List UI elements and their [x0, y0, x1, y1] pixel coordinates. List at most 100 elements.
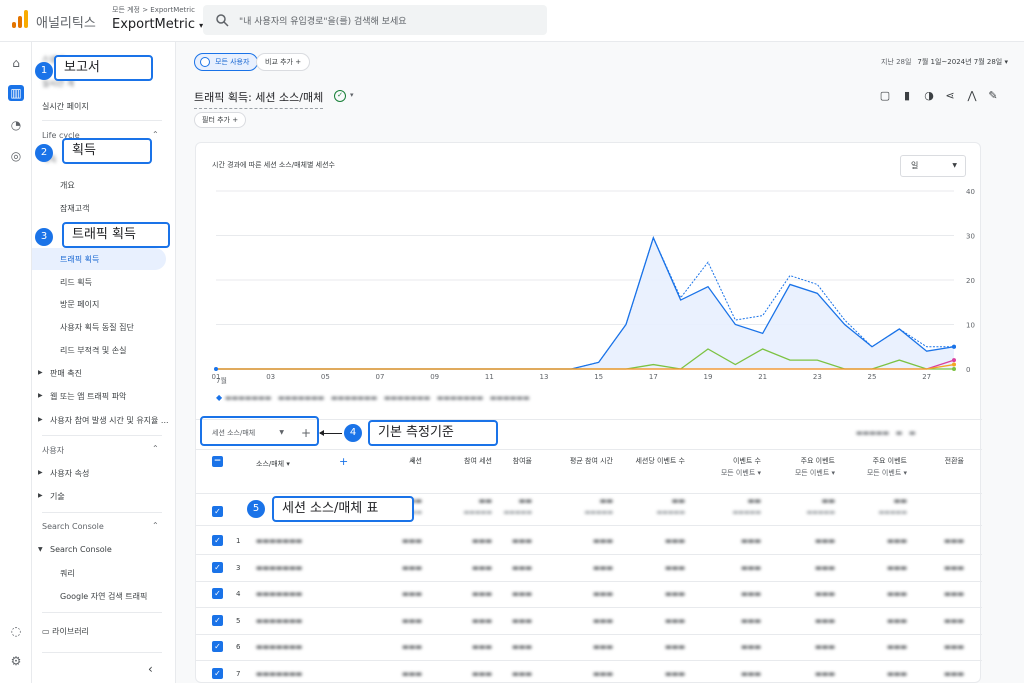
chevron-up-icon[interactable]: ⌃ — [152, 521, 159, 530]
row-cell: ▬▬▬ — [512, 670, 532, 678]
compare-icon[interactable]: ▮ — [900, 89, 914, 103]
triangle-right-icon[interactable]: ▶ — [38, 369, 43, 376]
row-checkbox[interactable]: ✓ — [212, 668, 223, 679]
triangle-down-icon[interactable]: ▼ — [38, 546, 43, 553]
sidebar-item-google-organic[interactable]: Google 자연 검색 트래픽 — [60, 591, 147, 602]
legend-blurred: ▬▬▬▬▬▬▬ ▬▬▬▬▬▬▬ ▬▬▬▬▬▬▬ ▬▬▬▬▬▬▬ ▬▬▬▬▬▬▬ … — [225, 394, 530, 402]
sidebar-item-realtime-pages[interactable]: 실시간 페이지 — [42, 101, 89, 112]
sidebar-item-web-app-traffic[interactable]: 웹 또는 앱 트래픽 파악 — [50, 391, 126, 402]
date-range-label: 지난 28일 — [880, 58, 912, 66]
chevron-up-icon[interactable]: ⌃ — [152, 444, 159, 453]
sidebar-item-user-acq-cohort[interactable]: 사용자 획득 동질 집단 — [60, 322, 134, 333]
column-header[interactable]: 전환율 — [945, 456, 964, 466]
reports-icon[interactable]: ▥ — [8, 85, 24, 101]
page-title[interactable]: 트래픽 획득: 세션 소스/매체 — [194, 89, 324, 109]
column-subheader-select[interactable]: 모든 이벤트 ▾ — [721, 468, 761, 478]
row-cell: ▬▬▬ — [887, 590, 907, 598]
note-icon[interactable]: ▢ — [878, 89, 892, 103]
sidebar-section-search-console[interactable]: Search Console — [42, 522, 104, 531]
row-dimension-value[interactable]: ▬▬▬▬▬▬▬ — [256, 590, 302, 598]
totals-checkbox[interactable]: ✓ — [212, 506, 223, 517]
home-icon[interactable]: ⌂ — [8, 55, 24, 71]
column-header[interactable]: 주요 이벤트 — [801, 456, 835, 466]
sidebar-item-potential-customers[interactable]: 잠재고객 — [60, 203, 89, 214]
column-header[interactable]: 참여 세션 — [464, 456, 492, 466]
chevron-up-icon[interactable]: ⌃ — [152, 130, 159, 139]
sidebar-item-landing-page[interactable]: 방문 페이지 — [60, 299, 99, 310]
sidebar-item-traffic-acquisition[interactable]: 트래픽 획득 — [60, 254, 99, 265]
row-checkbox[interactable]: ✓ — [212, 535, 223, 546]
add-column-plus-icon[interactable]: + — [339, 455, 348, 468]
analytics-logo-icon[interactable] — [12, 10, 28, 28]
row-cell: ▬▬▬ — [593, 537, 613, 545]
row-dimension-value[interactable]: ▬▬▬▬▬▬▬ — [256, 564, 302, 572]
sidebar-item-tech[interactable]: 기술 — [50, 491, 65, 502]
sidebar-item-lead-acquisition[interactable]: 리드 획득 — [60, 277, 92, 288]
triangle-right-icon[interactable]: ▶ — [38, 492, 43, 499]
sidebar-section-user[interactable]: 사용자 — [42, 445, 64, 456]
trend-icon[interactable]: ⋀ — [965, 89, 979, 103]
sidebar-item-search-console[interactable]: Search Console — [50, 545, 112, 554]
property-selector[interactable]: ExportMetric ▾ — [112, 17, 203, 32]
select-all-checkbox[interactable]: − — [212, 456, 223, 467]
column-header[interactable]: 주요 이벤트 — [873, 456, 907, 466]
triangle-right-icon[interactable]: ▶ — [38, 416, 43, 423]
column-subheader-select[interactable]: 모든 이벤트 ▾ — [795, 468, 835, 478]
sidebar-item-queries[interactable]: 쿼리 — [60, 568, 75, 579]
row-checkbox[interactable]: ✓ — [212, 641, 223, 652]
row-checkbox[interactable]: ✓ — [212, 588, 223, 599]
column-header[interactable]: 평균 참여 시간 — [570, 456, 613, 466]
sidebar-item-user-engagement[interactable]: 사용자 참여 발생 시간 및 유지율 ... — [50, 415, 169, 426]
row-checkbox[interactable]: ✓ — [212, 615, 223, 626]
row-dimension-value[interactable]: ▬▬▬▬▬▬▬ — [256, 617, 302, 625]
column-header[interactable]: 이벤트 수 — [733, 456, 761, 466]
segment-chip-all-users[interactable]: 모든 사용자 — [194, 53, 259, 71]
sidebar-item-library[interactable]: ▭ 라이브러리 — [42, 626, 89, 637]
app-name[interactable]: 애널리틱스 — [36, 12, 96, 31]
line-chart[interactable]: 01 03 05 07 09 11 13 15 17 19 21 23 25 27 010203040 7… — [196, 143, 982, 413]
add-filter-button[interactable]: 필터 추가 + — [194, 112, 247, 128]
explore-icon[interactable]: ◔ — [8, 117, 24, 133]
column-header[interactable]: 세션당 이벤트 수 — [635, 456, 685, 466]
triangle-right-icon[interactable]: ▶ — [38, 392, 43, 399]
table-search-blurred[interactable]: ▬▬▬▬▬ ▬ ▬ — [856, 429, 916, 437]
sidebar-item-sales-promotion[interactable]: 판매 촉진 — [50, 368, 82, 379]
column-subheader-select[interactable]: 모든 이벤트 ▾ — [867, 468, 907, 478]
column-header[interactable]: 참여율 — [513, 456, 532, 466]
date-range-selector[interactable]: 지난 28일 7월 1일~2024년 7월 28일 ▾ — [881, 57, 1008, 67]
row-divider — [196, 554, 982, 555]
column-header[interactable]: 세션 — [409, 456, 422, 466]
share-icon[interactable]: ⋖ — [943, 89, 957, 103]
row-dimension-value[interactable]: ▬▬▬▬▬▬▬ — [256, 537, 302, 545]
row-checkbox[interactable]: ✓ — [212, 562, 223, 573]
row-dimension-value[interactable]: ▬▬▬▬▬▬▬ — [256, 643, 302, 651]
row-dimension-value[interactable]: ▬▬▬▬▬▬▬ — [256, 670, 302, 678]
sidebar-item-lead-tracking[interactable]: 리드 부적격 및 손실 — [60, 345, 127, 356]
series-end-point — [952, 344, 956, 349]
row-cell: ▬▬▬ — [815, 537, 835, 545]
row-cell: ▬▬▬ — [512, 564, 532, 572]
account-breadcrumb[interactable]: 모든 계정 > ExportMetric — [112, 5, 195, 15]
sidebar-item-overview[interactable]: 개요 — [60, 180, 75, 191]
triangle-right-icon[interactable]: ▶ — [38, 469, 43, 476]
admin-check-icon[interactable]: ◌ — [8, 623, 24, 639]
edit-pencil-icon[interactable]: ✎ — [986, 89, 1000, 103]
legend-total-icon: ◆ — [216, 393, 223, 402]
caret-down-icon[interactable]: ▾ — [350, 91, 354, 99]
search-bar[interactable]: "내 사용자의 유입경로"을(를) 검색해 보세요 — [203, 5, 547, 35]
x-tick-label: 27 — [922, 373, 931, 381]
row-divider — [196, 607, 982, 608]
sidebar-item-user-attributes[interactable]: 사용자 속성 — [50, 468, 89, 479]
gear-icon[interactable]: ⚙ — [8, 653, 24, 669]
row-cell: ▬▬▬ — [512, 537, 532, 545]
search-icon — [216, 14, 229, 27]
insights-icon[interactable]: ◑ — [922, 89, 936, 103]
totals-cell: ▬▬ — [747, 497, 761, 505]
y-tick-label: 30 — [966, 233, 975, 241]
sidebar-divider — [42, 512, 162, 513]
add-comparison-button[interactable]: 비교 추가 + — [256, 53, 311, 71]
collapse-sidebar-icon[interactable]: ‹ — [148, 662, 153, 676]
dimension-column-header[interactable]: 소스/매체 ▾ — [256, 459, 290, 469]
advertising-icon[interactable]: ◎ — [8, 148, 24, 164]
row-cell: ▬▬▬ — [944, 643, 964, 651]
